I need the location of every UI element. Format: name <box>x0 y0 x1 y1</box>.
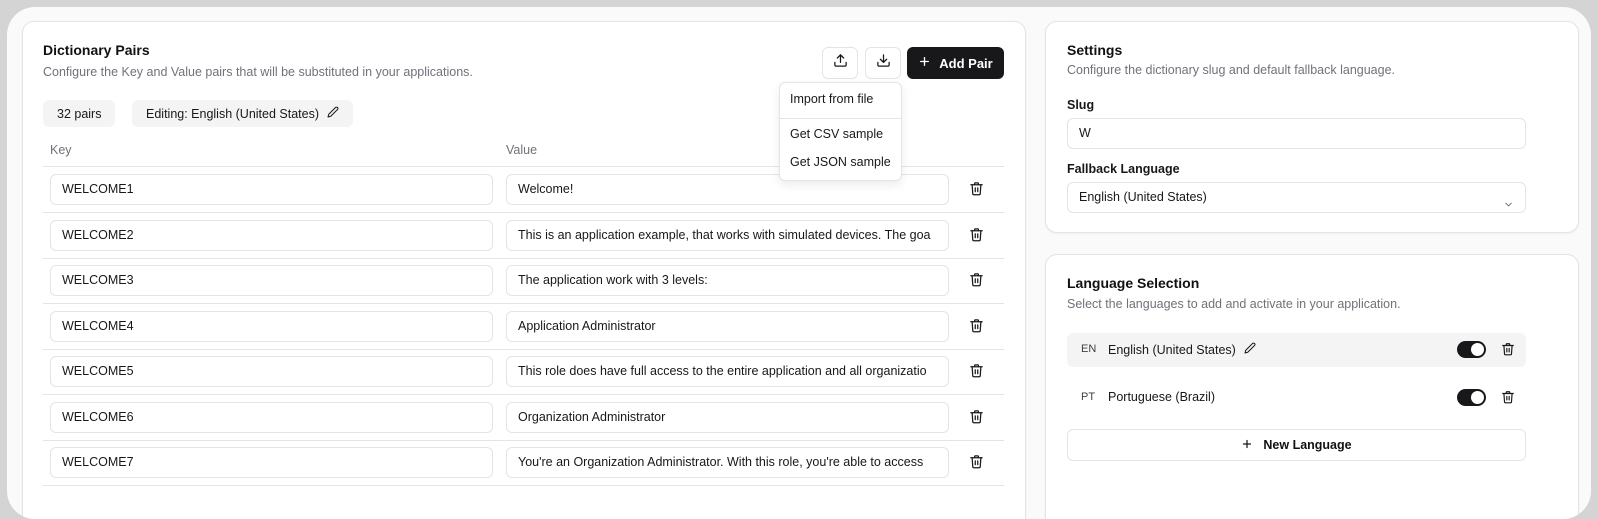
table-row: WELCOME3 The application work with 3 leve… <box>43 258 1004 304</box>
table-row: WELCOME7 You're an Organization Administr… <box>43 440 1004 486</box>
value-input[interactable]: Application Administrator <box>506 310 949 342</box>
key-input[interactable]: WELCOME5 <box>50 356 493 387</box>
import-export-menu: Import from file Get CSV sample Get JSON… <box>779 82 902 181</box>
value-input[interactable]: You're an Organization Administrator. Wi… <box>506 447 949 478</box>
plus-icon <box>1241 438 1253 453</box>
trash-icon[interactable] <box>969 227 985 243</box>
value-input[interactable]: Organization Administrator <box>506 401 949 433</box>
value-input[interactable]: This is an application example, that wor… <box>506 219 949 251</box>
language-row-en[interactable]: EN English (United States) <box>1067 333 1526 367</box>
trash-icon[interactable] <box>1501 342 1516 357</box>
value-input[interactable]: This role does have full access to the e… <box>506 356 949 387</box>
slug-input[interactable]: W <box>1067 118 1526 149</box>
key-input[interactable]: WELCOME1 <box>50 174 493 205</box>
table-row: WELCOME2 This is an application example, … <box>43 213 1004 259</box>
fallback-language-select[interactable]: English (United States) <box>1067 182 1526 213</box>
trash-icon[interactable] <box>969 363 985 379</box>
editing-language-text: Editing: English (United States) <box>146 106 320 121</box>
trash-icon[interactable] <box>1501 390 1516 405</box>
language-row-pt[interactable]: PT Portuguese (Brazil) <box>1067 381 1526 415</box>
settings-card: Settings Configure the dictionary slug a… <box>1045 21 1579 233</box>
language-selection-description: Select the languages to add and activate… <box>1067 297 1401 311</box>
language-code: EN <box>1081 343 1097 355</box>
trash-icon[interactable] <box>969 318 985 334</box>
add-pair-label: Add Pair <box>939 55 993 71</box>
download-icon <box>876 53 891 73</box>
trash-icon[interactable] <box>969 454 985 470</box>
menu-item-json-sample[interactable]: Get JSON sample <box>790 155 891 169</box>
key-input[interactable]: WELCOME4 <box>50 310 493 342</box>
upload-icon <box>833 53 848 73</box>
fallback-language-label: Fallback Language <box>1067 162 1180 176</box>
dictionary-title: Dictionary Pairs <box>43 42 150 58</box>
language-selection-card: Language Selection Select the languages … <box>1045 254 1579 519</box>
table-row: WELCOME5 This role does have full access … <box>43 349 1004 395</box>
language-name-text: Portuguese (Brazil) <box>1108 390 1215 404</box>
fallback-language-value: English (United States) <box>1079 190 1207 204</box>
trash-icon[interactable] <box>969 181 985 197</box>
key-input[interactable]: WELCOME6 <box>50 401 493 433</box>
language-active-toggle[interactable] <box>1457 389 1486 406</box>
table-row: WELCOME6 Organization Administrator <box>43 395 1004 441</box>
pencil-icon[interactable] <box>1244 342 1256 357</box>
plus-icon <box>918 55 931 71</box>
key-input[interactable]: WELCOME3 <box>50 265 493 296</box>
settings-title: Settings <box>1067 42 1123 58</box>
menu-item-csv-sample[interactable]: Get CSV sample <box>790 127 883 141</box>
value-input[interactable]: The application work with 3 levels: <box>506 265 949 296</box>
language-name: Portuguese (Brazil) <box>1108 390 1215 404</box>
dictionary-pairs-card: Dictionary Pairs Configure the Key and V… <box>22 21 1026 519</box>
language-code: PT <box>1081 391 1096 403</box>
app-frame: Dictionary Pairs Configure the Key and V… <box>7 7 1591 519</box>
pairs-count-badge: 32 pairs <box>43 100 116 127</box>
language-active-toggle[interactable] <box>1457 341 1486 358</box>
key-input[interactable]: WELCOME2 <box>50 219 493 251</box>
slug-label: Slug <box>1067 98 1095 112</box>
language-name: English (United States) <box>1108 342 1256 357</box>
add-pair-button[interactable]: Add Pair <box>907 47 1004 79</box>
table-row: WELCOME4 Application Administrator <box>43 304 1004 350</box>
trash-icon[interactable] <box>969 272 985 288</box>
language-selection-title: Language Selection <box>1067 275 1200 291</box>
settings-description: Configure the dictionary slug and defaul… <box>1067 63 1395 77</box>
language-name-text: English (United States) <box>1108 342 1236 357</box>
column-header-key: Key <box>50 143 72 157</box>
menu-item-import[interactable]: Import from file <box>790 92 873 106</box>
pencil-icon <box>327 106 339 121</box>
chevron-down-icon <box>1503 192 1514 207</box>
menu-separator <box>780 118 901 119</box>
download-button[interactable] <box>865 47 901 79</box>
upload-button[interactable] <box>822 47 858 79</box>
pairs-count-text: 32 pairs <box>57 106 102 121</box>
new-language-label: New Language <box>1263 438 1352 452</box>
editing-language-badge[interactable]: Editing: English (United States) <box>132 100 354 127</box>
new-language-button[interactable]: New Language <box>1067 429 1526 461</box>
key-input[interactable]: WELCOME7 <box>50 447 493 478</box>
column-header-value: Value <box>506 143 538 157</box>
trash-icon[interactable] <box>969 409 985 425</box>
dictionary-description: Configure the Key and Value pairs that w… <box>43 65 473 79</box>
